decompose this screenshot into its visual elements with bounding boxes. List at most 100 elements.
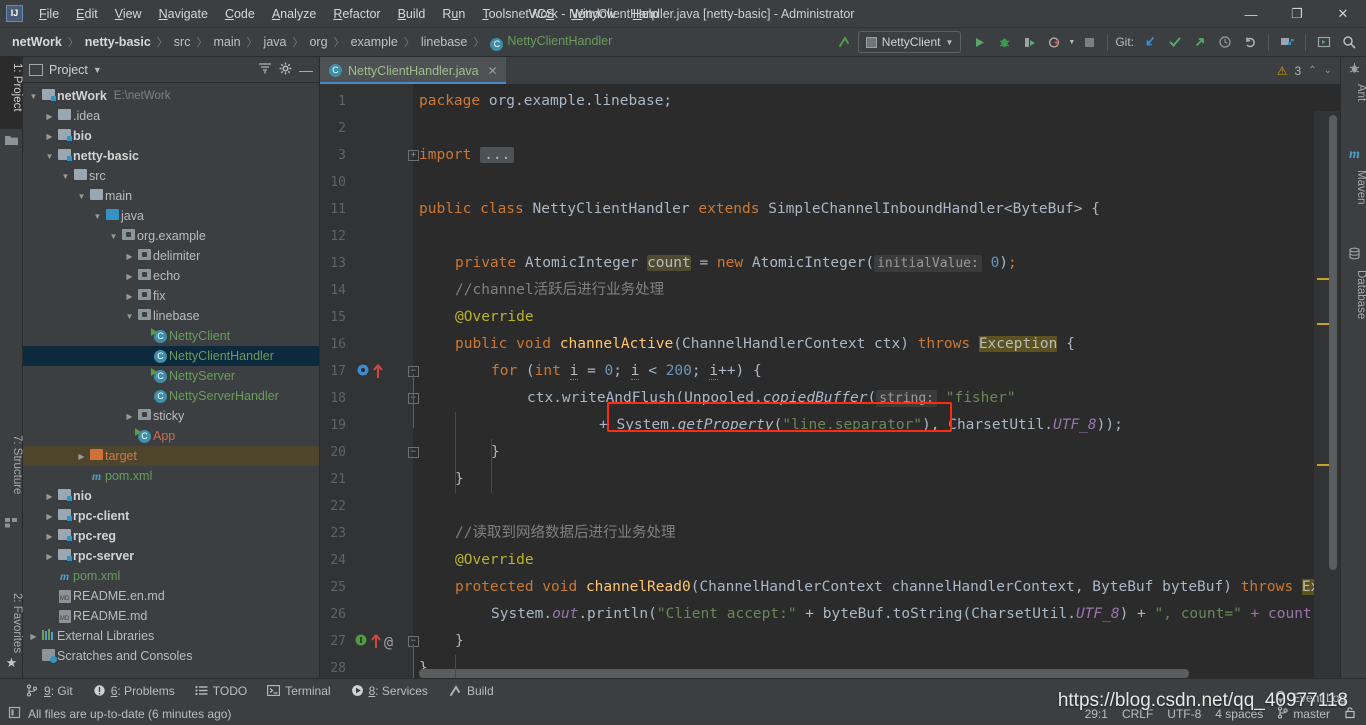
commit-icon[interactable] — [1164, 31, 1186, 53]
tree-node--idea[interactable]: ▶ .idea — [23, 106, 319, 126]
menu-run[interactable]: Run — [434, 3, 473, 25]
inspection-widget[interactable]: ⚠ 3 ⌃ ⌄ — [1277, 57, 1332, 84]
editor-tab-nettyclienthandler[interactable]: C NettyClientHandler.java ✕ — [320, 57, 506, 84]
indent-setting[interactable]: 4 spaces — [1215, 707, 1263, 721]
menu-vcs[interactable]: VCS — [521, 3, 563, 25]
select-opened-file-icon[interactable] — [1276, 31, 1298, 53]
tree-node-src[interactable]: ▼ src — [23, 166, 319, 186]
override-method-icon[interactable] — [356, 363, 372, 379]
tool-window-8-services[interactable]: 8: Services — [351, 684, 428, 698]
menu-window[interactable]: Window — [563, 3, 623, 25]
annotation-at-icon[interactable]: @ — [384, 633, 400, 651]
chevron-right-icon[interactable]: ▶ — [123, 412, 136, 421]
run-with-coverage-icon[interactable] — [1018, 31, 1040, 53]
file-encoding[interactable]: UTF-8 — [1167, 707, 1201, 721]
breadcrumb-item-nettyclienthandler[interactable]: C NettyClientHandler — [486, 32, 616, 53]
tree-node-bio[interactable]: ▶ bio — [23, 126, 319, 146]
tool-window-todo[interactable]: TODO — [195, 684, 247, 698]
tree-node-readme-md[interactable]: ·MDREADME.md — [23, 606, 319, 626]
project-tree[interactable]: ▼ netWork E:\netWork ▶ .idea ▶ bio ▼ netty-basic… — [23, 83, 319, 678]
tree-node-fix[interactable]: ▶ fix — [23, 286, 319, 306]
tree-node-echo[interactable]: ▶ echo — [23, 266, 319, 286]
chevron-down-icon-2[interactable]: ▼ — [1068, 39, 1075, 46]
code-line[interactable]: System.out.println("Client accept:" + by… — [419, 601, 1320, 628]
breadcrumb-item-java[interactable]: java — [260, 33, 291, 51]
code-line[interactable]: public class NettyClientHandler extends … — [419, 196, 1100, 223]
code-line[interactable]: //读取到网络数据后进行业务处理 — [419, 520, 675, 547]
ant-icon[interactable] — [1347, 62, 1362, 77]
chevron-down-icon[interactable]: ▼ — [123, 312, 136, 321]
gear-icon[interactable] — [279, 62, 292, 78]
menu-help[interactable]: Help — [625, 3, 667, 25]
menu-refactor[interactable]: Refactor — [325, 3, 388, 25]
breadcrumb-item-org[interactable]: org — [305, 33, 331, 51]
chevron-down-icon[interactable]: ⌄ — [1324, 65, 1332, 76]
tree-node-external-libraries[interactable]: ▶ External Libraries — [23, 626, 319, 646]
database-icon[interactable] — [1347, 247, 1362, 262]
chevron-down-icon[interactable]: ▼ — [43, 152, 56, 161]
maven-icon[interactable]: m — [1347, 147, 1362, 162]
tree-node-scratches-and-consoles[interactable]: · Scratches and Consoles — [23, 646, 319, 666]
collapse-all-icon[interactable] — [258, 62, 272, 77]
menu-code[interactable]: Code — [217, 3, 263, 25]
chevron-right-icon[interactable]: ▶ — [43, 492, 56, 501]
chevron-down-icon[interactable]: ▼ — [107, 232, 120, 241]
tree-node-nettyserver[interactable]: ·CNettyServer — [23, 366, 319, 386]
current-branch[interactable]: master — [1293, 707, 1330, 721]
back-arrow-icon[interactable] — [833, 31, 855, 53]
push-icon[interactable] — [1189, 31, 1211, 53]
folder-icon[interactable] — [4, 135, 19, 150]
tree-node-rpc-server[interactable]: ▶ rpc-server — [23, 546, 319, 566]
menu-edit[interactable]: Edit — [68, 3, 106, 25]
chevron-down-icon[interactable]: ▼ — [27, 92, 40, 101]
event-log-widget[interactable]: Event Log — [1274, 690, 1346, 706]
code-line[interactable]: ctx.writeAndFlush(Unpooled.copiedBuffer(… — [419, 385, 1016, 412]
code-line[interactable]: package org.example.linebase; — [419, 88, 672, 115]
tool-window-6-problems[interactable]: 6: Problems — [93, 684, 175, 698]
chevron-right-icon[interactable]: ▶ — [75, 452, 88, 461]
minimize-button[interactable]: — — [1228, 0, 1274, 28]
menu-view[interactable]: View — [107, 3, 150, 25]
profiler-icon[interactable] — [1043, 31, 1065, 53]
maximize-button[interactable]: ❐ — [1274, 0, 1320, 28]
menu-navigate[interactable]: Navigate — [151, 3, 216, 25]
breadcrumb-item-src[interactable]: src — [170, 33, 195, 51]
chevron-down-icon[interactable]: ▼ — [91, 212, 104, 221]
code-line[interactable]: public void channelActive(ChannelHandler… — [419, 331, 1075, 358]
tree-node-nettyserverhandler[interactable]: ·CNettyServerHandler — [23, 386, 319, 406]
menu-build[interactable]: Build — [390, 3, 434, 25]
tree-node-pom-xml[interactable]: ·mpom.xml — [23, 466, 319, 486]
tree-node-nio[interactable]: ▶ nio — [23, 486, 319, 506]
chevron-right-icon[interactable]: ▶ — [123, 272, 136, 281]
menu-analyze[interactable]: Analyze — [264, 3, 324, 25]
hide-icon[interactable]: — — [299, 63, 313, 77]
horizontal-scrollbar[interactable] — [419, 669, 1189, 678]
caret-position[interactable]: 29:1 — [1085, 707, 1108, 721]
fold-expand-icon[interactable]: + — [408, 150, 419, 161]
code-line[interactable]: protected void channelRead0(ChannelHandl… — [419, 574, 1320, 601]
tool-window-9-git[interactable]: 9: Git — [26, 684, 73, 698]
code-line[interactable]: } — [419, 466, 464, 493]
implementing-up-arrow-icon[interactable] — [372, 363, 388, 379]
code-line[interactable]: //channel活跃后进行业务处理 — [419, 277, 664, 304]
tree-node-pom-xml[interactable]: ·mpom.xml — [23, 566, 319, 586]
chevron-right-icon[interactable]: ▶ — [27, 632, 40, 641]
tree-node-target[interactable]: ▶ target — [23, 446, 319, 466]
debug-icon[interactable] — [993, 31, 1015, 53]
code-text[interactable]: package org.example.linebase; import ... p… — [419, 84, 1340, 678]
tree-node-app[interactable]: ·CApp — [23, 426, 319, 446]
close-icon[interactable]: ✕ — [488, 64, 498, 78]
chevron-right-icon[interactable]: ▶ — [123, 252, 136, 261]
editor-gutter[interactable]: 1 2 3 10 11 12 13 14 15 16 17 18 19 20 21 22 23 24 25 26 27 2… — [320, 84, 419, 701]
tree-node-main[interactable]: ▼ main — [23, 186, 319, 206]
line-separator[interactable]: CRLF — [1122, 707, 1153, 721]
breadcrumb-item-main[interactable]: main — [209, 33, 244, 51]
history-icon[interactable] — [1214, 31, 1236, 53]
editor-marker-bar[interactable] — [1314, 111, 1340, 678]
code-line[interactable]: } — [419, 439, 500, 466]
chevron-down-icon[interactable]: ▼ — [75, 192, 88, 201]
lock-icon[interactable] — [1344, 706, 1356, 722]
tree-node-delimiter[interactable]: ▶ delimiter — [23, 246, 319, 266]
code-line[interactable]: @Override — [419, 304, 534, 331]
sidebar-tab-structure[interactable]: 7: Structure — [0, 429, 23, 517]
